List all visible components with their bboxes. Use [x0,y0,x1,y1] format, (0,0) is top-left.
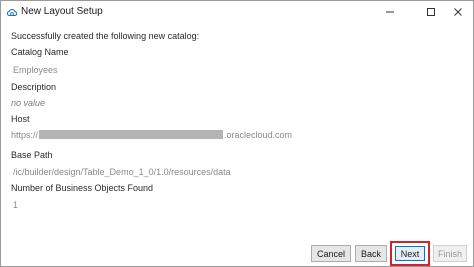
close-icon[interactable] [445,1,471,23]
description-value: no value [11,98,46,108]
button-bar: Cancel Back Next Finish [1,239,473,266]
cancel-button[interactable]: Cancel [311,245,351,262]
title-bar[interactable]: New Layout Setup [1,1,473,23]
objects-found-label: Number of Business Objects Found [11,183,154,193]
success-message: Successfully created the following new c… [11,31,200,41]
next-button-highlight: Next [390,241,430,266]
redacted-hostname [39,130,224,140]
window-title: New Layout Setup [21,6,103,17]
new-layout-setup-dialog: New Layout Setup Successfully created th… [0,0,474,267]
host-suffix: .oraclecloud.com [224,130,293,140]
minimize-icon[interactable] [377,1,403,23]
cloud-settings-icon [6,6,18,18]
next-button[interactable]: Next [395,246,425,261]
host-value: https:// .oraclecloud.com [11,129,292,141]
base-path-value: /ic/builder/design/Table_Demo_1_0/1.0/re… [13,167,231,177]
summary-panel: Successfully created the following new c… [1,23,473,239]
host-label: Host [11,114,30,124]
maximize-icon[interactable] [418,1,444,23]
host-prefix: https:// [11,130,39,140]
objects-found-value: 1 [13,200,19,210]
base-path-label: Base Path [11,150,53,160]
catalog-name-value: Employees [13,65,58,75]
back-button[interactable]: Back [355,245,387,262]
catalog-name-label: Catalog Name [11,47,69,57]
description-label: Description [11,82,57,92]
finish-button[interactable]: Finish [433,245,467,262]
